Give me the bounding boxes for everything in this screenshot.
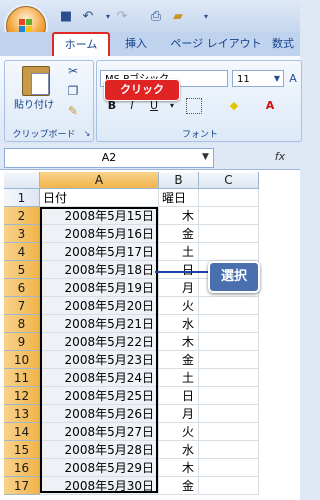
select-pointer-line (155, 271, 210, 273)
tab-page-layout[interactable]: ページ レイアウト (166, 32, 266, 56)
cell-c[interactable] (199, 243, 259, 261)
cell-b[interactable]: 水 (159, 315, 199, 333)
cell-c[interactable] (199, 405, 259, 423)
qat-customize-icon[interactable]: ▾ (198, 9, 214, 25)
row-header[interactable]: 15 (4, 441, 40, 459)
cell-b[interactable]: 木 (159, 333, 199, 351)
row-header[interactable]: 16 (4, 459, 40, 477)
row-header[interactable]: 12 (4, 387, 40, 405)
font-color-button[interactable]: A (262, 98, 278, 114)
cell-b[interactable]: 月 (159, 279, 199, 297)
row-header[interactable]: 4 (4, 243, 40, 261)
tab-formulas[interactable]: 数式 (272, 32, 300, 56)
print-preview-icon[interactable]: ⎙ (148, 9, 164, 25)
click-callout: クリック (104, 79, 180, 101)
row-header[interactable]: 9 (4, 333, 40, 351)
cell-c[interactable] (199, 297, 259, 315)
column-header-b[interactable]: B (159, 172, 199, 189)
selection-range-border (40, 207, 158, 493)
clipboard-launcher-icon[interactable]: ↘ (80, 127, 94, 141)
cell-c[interactable] (199, 477, 259, 495)
cell-b[interactable]: 日 (159, 387, 199, 405)
row-header[interactable]: 2 (4, 207, 40, 225)
cell-c[interactable] (199, 315, 259, 333)
row-header[interactable]: 1 (4, 189, 40, 207)
insert-function-icon[interactable]: fx (272, 149, 288, 165)
open-folder-icon[interactable]: ▰ (170, 9, 186, 25)
clipboard-group-label: クリップボード (12, 130, 76, 140)
cell-b[interactable]: 木 (159, 207, 199, 225)
cut-icon[interactable]: ✂ (66, 64, 80, 78)
cell-b[interactable]: 土 (159, 243, 199, 261)
select-callout: 選択 (208, 261, 260, 293)
cell-b[interactable]: 金 (159, 477, 199, 495)
font-group-label: フォント (181, 130, 218, 140)
cell-b[interactable]: 日 (159, 261, 199, 279)
row-header[interactable]: 10 (4, 351, 40, 369)
column-header-a[interactable]: A (40, 172, 159, 189)
cell-b[interactable]: 火 (159, 423, 199, 441)
row-header[interactable]: 17 (4, 477, 40, 495)
undo-icon[interactable]: ↶ (80, 9, 96, 25)
font-size-dropdown-icon[interactable]: ▼ (270, 72, 284, 86)
fill-color-icon[interactable]: ◆ (226, 98, 242, 114)
row-header[interactable]: 11 (4, 369, 40, 387)
cell-b[interactable]: 木 (159, 459, 199, 477)
row-header[interactable]: 8 (4, 315, 40, 333)
select-all-corner[interactable] (4, 172, 40, 189)
paste-icon[interactable] (22, 66, 50, 96)
cell-b[interactable]: 水 (159, 441, 199, 459)
cell-c[interactable] (199, 207, 259, 225)
cell-c[interactable] (199, 369, 259, 387)
office-logo-icon (19, 19, 33, 33)
row-header[interactable]: 13 (4, 405, 40, 423)
copy-icon[interactable]: ❐ (66, 84, 80, 98)
grow-font-icon[interactable]: A (286, 72, 300, 86)
tab-insert[interactable]: 挿入 (116, 32, 156, 56)
row-header[interactable]: 3 (4, 225, 40, 243)
redo-icon[interactable]: ↷ (114, 9, 130, 25)
cell-b[interactable]: 金 (159, 225, 199, 243)
cell-b[interactable]: 土 (159, 369, 199, 387)
cell-c[interactable] (199, 423, 259, 441)
format-painter-icon[interactable]: ✎ (66, 104, 80, 118)
name-box-dropdown-icon[interactable]: ▼ (202, 150, 212, 164)
cell-c[interactable] (199, 459, 259, 477)
cell-c[interactable] (199, 333, 259, 351)
cell-b[interactable]: 曜日 (159, 189, 199, 207)
column-header-c[interactable]: C (199, 172, 259, 189)
cell-c[interactable] (199, 351, 259, 369)
row-header[interactable]: 14 (4, 423, 40, 441)
row-header[interactable]: 6 (4, 279, 40, 297)
paste-label[interactable]: 貼り付け (14, 96, 58, 111)
cell-b[interactable]: 金 (159, 351, 199, 369)
tab-home[interactable]: ホーム (52, 32, 110, 56)
cell-c[interactable] (199, 189, 259, 207)
row-header[interactable]: 7 (4, 297, 40, 315)
cell-b[interactable]: 火 (159, 297, 199, 315)
name-box[interactable]: A2 (4, 148, 214, 168)
save-icon[interactable]: ■ (58, 9, 74, 25)
cell-a[interactable]: 日付 (40, 189, 159, 207)
row-header[interactable]: 5 (4, 261, 40, 279)
cell-b[interactable]: 月 (159, 405, 199, 423)
cell-c[interactable] (199, 441, 259, 459)
cell-c[interactable] (199, 387, 259, 405)
borders-icon[interactable] (186, 98, 202, 114)
cell-c[interactable] (199, 225, 259, 243)
